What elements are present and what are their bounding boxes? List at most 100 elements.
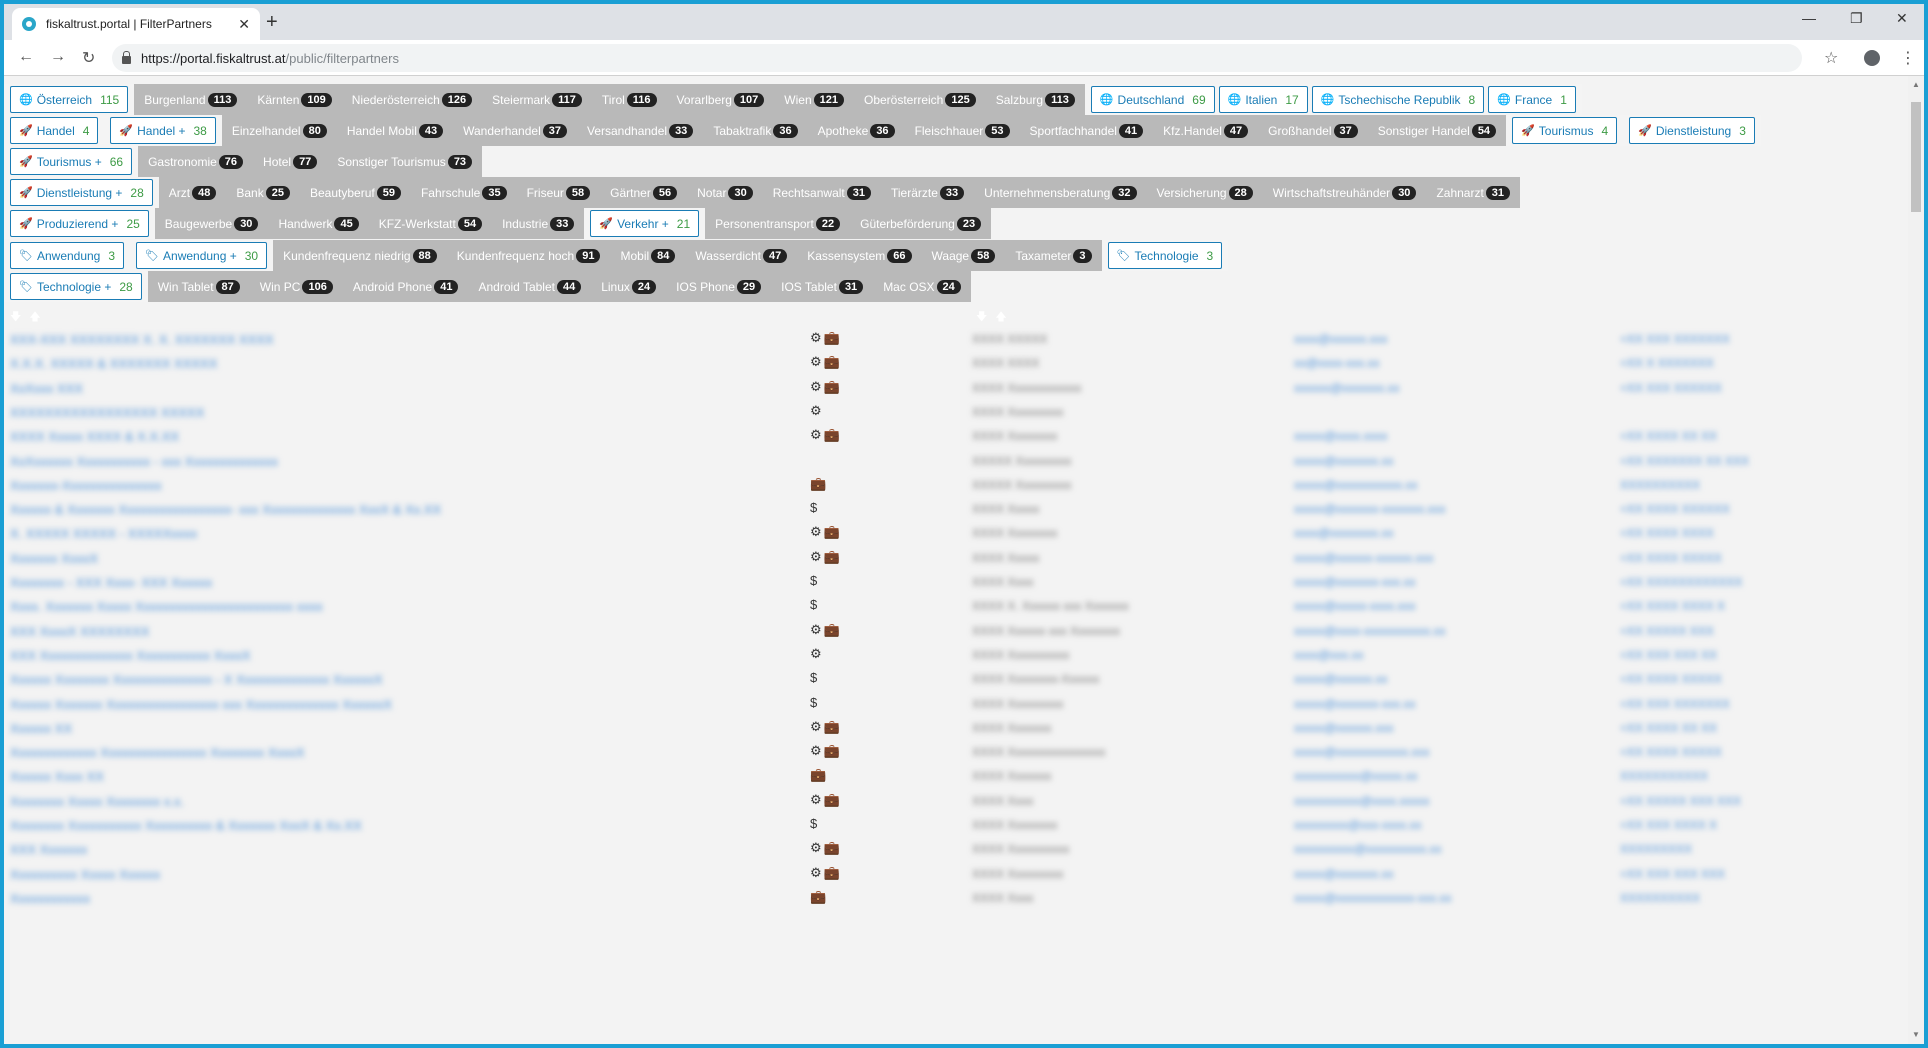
filter-group[interactable]: 🚀 Produzierend + 25 (4, 208, 155, 239)
partner-email-link[interactable]: xxxx@xxxxxxxx.xx (1294, 526, 1394, 540)
partner-phone-link[interactable]: +XX XXXX XXXX (1620, 526, 1714, 540)
filter-chip-salzburg[interactable]: Salzburg 113 (986, 84, 1085, 115)
filter-chip-kundenfrequenz-hoch[interactable]: Kundenfrequenz hoch 91 (447, 240, 611, 271)
partner-phone-link[interactable]: +XX XXX XXXXXXX (1620, 332, 1730, 346)
partner-email-link[interactable]: xxxxx@xxxxxxx.xx (1294, 867, 1394, 881)
scrollbar-thumb[interactable] (1911, 102, 1921, 212)
partner-phone-link[interactable]: +XX XXX XXX XX (1620, 648, 1717, 662)
filter-group[interactable]: 🏷 Anwendung + 30 (130, 240, 274, 271)
partner-email-link[interactable]: xxxxxxxxxx@xxxxxxxxxx.xx (1294, 842, 1442, 856)
filter-head-technologie[interactable]: 🏷 Technologie + 28 (10, 273, 142, 300)
filter-chip-versandhandel[interactable]: Versandhandel 33 (577, 115, 703, 146)
filter-country-italien[interactable]: 🌐 Italien 17 (1218, 86, 1308, 113)
filter-group[interactable]: 🚀 Verkehr + 21 (584, 208, 706, 239)
filter-chip-beautyberuf[interactable]: Beautyberuf 59 (300, 177, 411, 208)
partner-phone-link[interactable]: XXXXXXXXXX (1620, 891, 1700, 905)
reload-icon[interactable]: ↻ (82, 48, 95, 68)
filter-chip-kfz-handel[interactable]: Kfz.Handel 47 (1153, 115, 1258, 146)
filter-head-österreich[interactable]: 🌐 Österreich 115 (10, 86, 129, 113)
partner-name-link[interactable]: Xxxxxxx XxxxX (10, 551, 98, 566)
partner-email-link[interactable]: xxxx@xxx.xx (1294, 648, 1364, 662)
filter-head-tourismus[interactable]: 🚀 Tourismus + 66 (10, 148, 133, 175)
filter-chip-tabaktrafik[interactable]: Tabaktrafik 36 (703, 115, 807, 146)
filter-chip-steiermark[interactable]: Steiermark 117 (482, 84, 592, 115)
partner-phone-link[interactable]: +XX XXXX XXXXX (1620, 551, 1722, 565)
filter-chip-ios-phone[interactable]: IOS Phone 29 (666, 271, 771, 302)
new-tab-button[interactable]: + (266, 12, 278, 32)
filter-chip-güterbeförderung[interactable]: Güterbeförderung 23 (850, 208, 991, 239)
filter-country-deutschland[interactable]: 🌐 Deutschland 69 (1090, 86, 1215, 113)
filter-chip-kundenfrequenz-niedrig[interactable]: Kundenfrequenz niedrig 88 (273, 240, 447, 271)
filter-chip-personentransport[interactable]: Personentransport 22 (705, 208, 850, 239)
partner-phone-link[interactable]: +XX XXX XXXXXXX (1620, 697, 1730, 711)
close-tab-icon[interactable]: ✕ (238, 16, 250, 33)
filter-chip-ios-tablet[interactable]: IOS Tablet 31 (771, 271, 873, 302)
filter-chip-vorarlberg[interactable]: Vorarlberg 107 (667, 84, 775, 115)
filter-chip-wirtschaftstreuhänder[interactable]: Wirtschaftstreuhänder 30 (1263, 177, 1427, 208)
partner-email-link[interactable]: xxxxx@xxxxxxxxxxx.xx (1294, 478, 1418, 492)
partner-email-link[interactable]: xxxxx@xxxxxxx-xxx.xx (1294, 697, 1416, 711)
filter-chip-android-phone[interactable]: Android Phone 41 (343, 271, 469, 302)
filter-group[interactable]: 🚀 Handel 4 (4, 115, 105, 146)
filter-chip-gärtner[interactable]: Gärtner 56 (600, 177, 687, 208)
filter-chip-bank[interactable]: Bank 25 (226, 177, 300, 208)
partner-name-link[interactable]: XXX-XXX XXXXXXXX X. X. XXXXXXX XXXX (10, 332, 274, 347)
filter-chip-handwerk[interactable]: Handwerk 45 (268, 208, 368, 239)
restore-button[interactable]: ❐ (1850, 10, 1863, 27)
partner-name-link[interactable]: Xxxxxxx-Xxxxxxxxxxxxxxx (10, 478, 162, 493)
filter-head-produzierend[interactable]: 🚀 Produzierend + 25 (10, 210, 149, 237)
filter-chip-apotheke[interactable]: Apotheke 36 (808, 115, 905, 146)
filter-chip-wien[interactable]: Wien 121 (774, 84, 854, 115)
partner-name-link[interactable]: XxXxxx XXX (10, 381, 83, 396)
partner-phone-link[interactable]: +XX XXX XXXXXX (1620, 381, 1722, 395)
filter-chip-linux[interactable]: Linux 24 (591, 271, 666, 302)
partner-email-link[interactable]: xxxxxxxxxxx@xxxxx.xx (1294, 769, 1418, 783)
partner-email-link[interactable]: xx@xxxx-xxx.xx (1294, 356, 1380, 370)
partner-phone-link[interactable]: +XX XXXX XXXX X (1620, 599, 1725, 613)
partner-phone-link[interactable]: +XX XXXX XXXXXX (1620, 502, 1730, 516)
filter-chip-sonstiger-tourismus[interactable]: Sonstiger Tourismus 73 (327, 146, 482, 177)
partner-phone-link[interactable]: +XX XXXX XXXXX (1620, 745, 1722, 759)
filter-chip-niederösterreich[interactable]: Niederösterreich 126 (342, 84, 482, 115)
filter-chip-kärnten[interactable]: Kärnten 109 (247, 84, 341, 115)
partner-name-link[interactable]: Xxxx. Xxxxxxx Xxxxx Xxxxxxxxxxxxxxxxxxxx… (10, 599, 323, 614)
partner-phone-link[interactable]: XXXXXXXXXXX (1620, 769, 1708, 783)
address-field[interactable]: https://portal.fiskaltrust.at/public/fil… (112, 44, 1802, 72)
partner-email-link[interactable]: xxxxx@xxxxxxxxxxxx.xxx (1294, 745, 1430, 759)
filter-chip-fahrschule[interactable]: Fahrschule 35 (411, 177, 517, 208)
filter-chip-kfz-werkstatt[interactable]: KFZ-Werkstatt 54 (369, 208, 492, 239)
partner-name-link[interactable]: Xxxxxx XX (10, 721, 72, 736)
account-avatar-icon[interactable] (1864, 50, 1880, 66)
filter-chip-win-tablet[interactable]: Win Tablet 87 (148, 271, 250, 302)
move-down-icon[interactable]: 🡇 (10, 308, 21, 323)
filter-chip-tirol[interactable]: Tirol 116 (592, 84, 667, 115)
partner-email-link[interactable]: xxxxx@xxxxx-xxxx.xxx (1294, 599, 1416, 613)
filter-chip-hotel[interactable]: Hotel 77 (253, 146, 327, 177)
filter-head-anwendung[interactable]: 🏷 Anwendung + 30 (136, 242, 268, 269)
partner-email-link[interactable]: xxxxx@xxxxxx-xxxxxx.xxx (1294, 551, 1434, 565)
minimize-button[interactable]: — (1802, 10, 1816, 26)
partner-name-link[interactable]: XXX XxxxX XXXXXXXX (10, 624, 149, 639)
filter-chip-wasserdicht[interactable]: Wasserdicht 47 (685, 240, 797, 271)
partner-email-link[interactable]: xxxxx@xxxxxx.xxx (1294, 721, 1394, 735)
filter-chip-wanderhandel[interactable]: Wanderhandel 37 (453, 115, 577, 146)
partner-phone-link[interactable]: +XX XXXXXXX XX XXX (1620, 454, 1749, 468)
filter-chip-gastronomie[interactable]: Gastronomie 76 (138, 146, 253, 177)
partner-name-link[interactable]: X. XXXXX XXXXX - XXXXXxxxx (10, 526, 197, 541)
filter-chip-burgenland[interactable]: Burgenland 113 (134, 84, 247, 115)
partner-email-link[interactable]: xxxx@xxxxxx.xxx (1294, 332, 1388, 346)
partner-name-link[interactable]: Xxxxxxxx Xxxxx Xxxxxxxx x.x. (10, 794, 184, 809)
partner-phone-link[interactable]: +XX XXXX XX XX (1620, 429, 1717, 443)
filter-group[interactable]: 🚀 Tourismus 4 (1506, 115, 1624, 146)
filter-head-dienstleistung[interactable]: 🚀 Dienstleistung + 28 (10, 179, 153, 206)
partner-email-link[interactable]: xxxxxx@xxxxxxx.xx (1294, 381, 1400, 395)
partner-phone-link[interactable]: +XX XXXX XX XX (1620, 721, 1717, 735)
filter-group[interactable]: 🚀 Handel + 38 (104, 115, 222, 146)
filter-head-handel[interactable]: 🚀 Handel + 38 (110, 117, 216, 144)
filter-chip-waage[interactable]: Waage 58 (922, 240, 1006, 271)
partner-phone-link[interactable]: +XX XXX XXXX X (1620, 818, 1717, 832)
filter-group[interactable]: 🏷 Technologie 3 (1101, 240, 1229, 271)
filter-chip-baugewerbe[interactable]: Baugewerbe 30 (155, 208, 269, 239)
filter-chip-zahnarzt[interactable]: Zahnarzt 31 (1426, 177, 1520, 208)
partner-name-link[interactable]: XXX Xxxxxxxxxxxxxx Xxxxxxxxxxx XxxxX (10, 648, 251, 663)
